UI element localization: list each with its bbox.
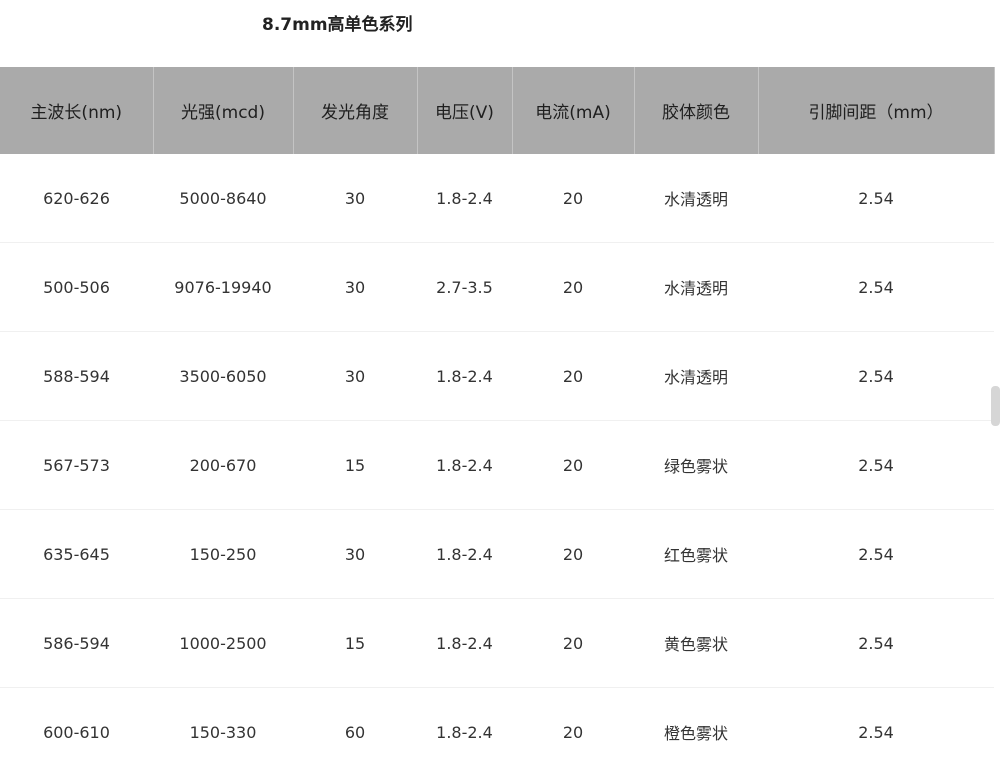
- cell-voltage: 1.8-2.4: [417, 331, 512, 421]
- cell-wavelength: 586-594: [0, 598, 153, 688]
- cell-voltage: 1.8-2.4: [417, 420, 512, 510]
- header-row: 主波长(nm) 光强(mcd) 发光角度 电压(V) 电流(mA) 胶体颜色 引…: [0, 67, 995, 154]
- cell-intensity: 5000-8640: [153, 154, 293, 243]
- cell-voltage: 1.8-2.4: [417, 154, 512, 243]
- cell-lead-spacing: 2.54: [758, 509, 994, 599]
- scrollbar-thumb[interactable]: [991, 386, 1000, 426]
- column-header-viewing-angle: 发光角度: [292, 67, 418, 154]
- column-header-lens-color: 胶体颜色: [633, 67, 759, 154]
- cell-lens-color: 水清透明: [634, 154, 758, 243]
- cell-intensity: 3500-6050: [153, 331, 293, 421]
- column-header-intensity: 光强(mcd): [152, 67, 294, 154]
- cell-viewing-angle: 30: [293, 242, 417, 332]
- cell-lead-spacing: 2.54: [758, 331, 994, 421]
- cell-wavelength: 600-610: [0, 687, 153, 757]
- cell-current: 20: [512, 242, 634, 332]
- table-row: 620-626 5000-8640 30 1.8-2.4 20 水清透明 2.5…: [0, 154, 994, 243]
- cell-intensity: 9076-19940: [153, 242, 293, 332]
- cell-wavelength: 500-506: [0, 242, 153, 332]
- table-row: 635-645 150-250 30 1.8-2.4 20 红色雾状 2.54: [0, 509, 994, 599]
- cell-intensity: 150-250: [153, 509, 293, 599]
- cell-viewing-angle: 30: [293, 331, 417, 421]
- table-row: 586-594 1000-2500 15 1.8-2.4 20 黄色雾状 2.5…: [0, 598, 994, 688]
- table-row: 567-573 200-670 15 1.8-2.4 20 绿色雾状 2.54: [0, 420, 994, 510]
- cell-lens-color: 红色雾状: [634, 509, 758, 599]
- cell-wavelength: 567-573: [0, 420, 153, 510]
- cell-intensity: 150-330: [153, 687, 293, 757]
- cell-lead-spacing: 2.54: [758, 420, 994, 510]
- table-row: 600-610 150-330 60 1.8-2.4 20 橙色雾状 2.54: [0, 687, 994, 757]
- page-title: 8.7mm高单色系列: [262, 15, 413, 35]
- table-header: 主波长(nm) 光强(mcd) 发光角度 电压(V) 电流(mA) 胶体颜色 引…: [0, 67, 995, 154]
- cell-lead-spacing: 2.54: [758, 154, 994, 243]
- cell-lens-color: 水清透明: [634, 242, 758, 332]
- cell-current: 20: [512, 687, 634, 757]
- cell-wavelength: 635-645: [0, 509, 153, 599]
- spec-table: 主波长(nm) 光强(mcd) 发光角度 电压(V) 电流(mA) 胶体颜色 引…: [0, 67, 995, 757]
- cell-viewing-angle: 15: [293, 598, 417, 688]
- column-header-current: 电流(mA): [511, 67, 635, 154]
- table-row: 500-506 9076-19940 30 2.7-3.5 20 水清透明 2.…: [0, 242, 994, 332]
- cell-current: 20: [512, 154, 634, 243]
- cell-lens-color: 绿色雾状: [634, 420, 758, 510]
- cell-voltage: 1.8-2.4: [417, 687, 512, 757]
- column-header-voltage: 电压(V): [416, 67, 513, 154]
- cell-current: 20: [512, 598, 634, 688]
- cell-viewing-angle: 30: [293, 154, 417, 243]
- cell-lens-color: 橙色雾状: [634, 687, 758, 757]
- table-row: 588-594 3500-6050 30 1.8-2.4 20 水清透明 2.5…: [0, 331, 994, 421]
- column-header-wavelength: 主波长(nm): [0, 67, 154, 154]
- cell-viewing-angle: 15: [293, 420, 417, 510]
- cell-voltage: 1.8-2.4: [417, 598, 512, 688]
- cell-voltage: 2.7-3.5: [417, 242, 512, 332]
- cell-wavelength: 588-594: [0, 331, 153, 421]
- cell-lead-spacing: 2.54: [758, 598, 994, 688]
- cell-lens-color: 水清透明: [634, 331, 758, 421]
- cell-lens-color: 黄色雾状: [634, 598, 758, 688]
- cell-current: 20: [512, 420, 634, 510]
- cell-wavelength: 620-626: [0, 154, 153, 243]
- cell-intensity: 200-670: [153, 420, 293, 510]
- cell-lead-spacing: 2.54: [758, 687, 994, 757]
- cell-lead-spacing: 2.54: [758, 242, 994, 332]
- table-body: 620-626 5000-8640 30 1.8-2.4 20 水清透明 2.5…: [0, 154, 994, 757]
- cell-current: 20: [512, 509, 634, 599]
- cell-current: 20: [512, 331, 634, 421]
- column-header-lead-spacing: 引脚间距（mm）: [757, 67, 995, 154]
- cell-viewing-angle: 60: [293, 687, 417, 757]
- page: 8.7mm高单色系列 主波长(nm) 光强(mcd) 发光角度 电压(V) 电流…: [0, 0, 1000, 757]
- cell-viewing-angle: 30: [293, 509, 417, 599]
- cell-intensity: 1000-2500: [153, 598, 293, 688]
- cell-voltage: 1.8-2.4: [417, 509, 512, 599]
